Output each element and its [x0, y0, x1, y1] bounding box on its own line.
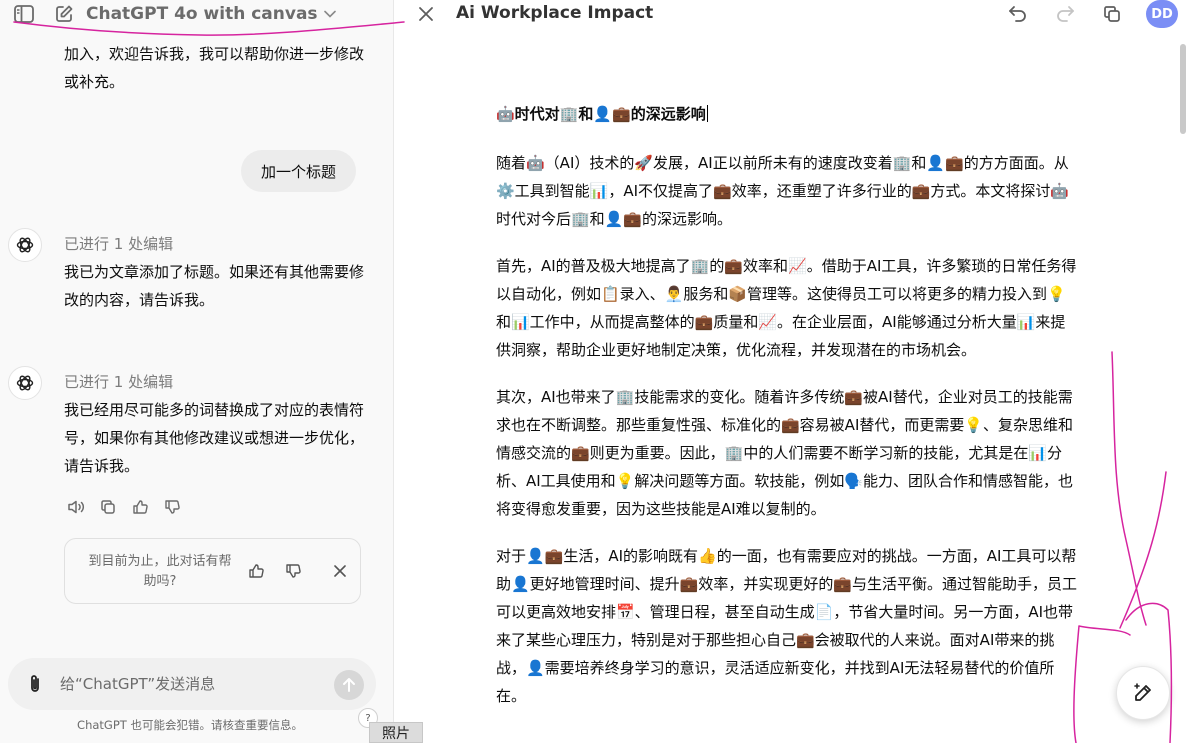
document-paragraph: 首先，AI的普及极大地提高了🏢的💼效率和📈。借助于AI工具，许多繁琐的日常任务得…	[496, 257, 1077, 359]
canvas-pane: Ai Workplace Impact DD 🤖时代对🏢和👤💼的深远影响 随着🤖…	[393, 0, 1193, 743]
pencil-sparkle-icon	[1134, 683, 1151, 701]
edit-count-note[interactable]: 已进行 1 处编辑	[64, 371, 173, 392]
message-composer	[8, 658, 376, 710]
photo-tooltip: 照片	[369, 722, 423, 743]
model-selector[interactable]: ChatGPT 4o with canvas	[86, 4, 318, 24]
redo-icon[interactable]	[1053, 2, 1077, 26]
chevron-down-icon[interactable]	[323, 10, 336, 18]
close-icon[interactable]	[414, 2, 438, 26]
new-chat-icon[interactable]	[52, 2, 76, 26]
user-message-bubble: 加一个标题	[241, 150, 357, 192]
document-paragraph: 随着🤖（AI）技术的🚀发展，AI正以前所未有的速度改变着🏢和👤💼的方方面面。从⚙…	[496, 154, 1070, 228]
user-avatar[interactable]: DD	[1146, 0, 1178, 28]
chat-pane: ChatGPT 4o with canvas 加入，欢迎告诉我，我可以帮助你进一…	[0, 0, 393, 743]
document-paragraph: 其次，AI也带来了🏢技能需求的变化。随着许多传统💼被AI替代，企业对员工的技能需…	[496, 388, 1074, 518]
edit-suggestions-button[interactable]	[1116, 666, 1170, 720]
send-button[interactable]	[334, 670, 364, 700]
message-actions	[64, 496, 184, 518]
sidebar-toggle-icon[interactable]	[12, 2, 36, 26]
disclaimer: ChatGPT 也可能会犯错。请核查重要信息。	[77, 718, 303, 732]
assistant-message: 我已为文章添加了标题。如果还有其他需要修改的内容，请告诉我。	[64, 263, 365, 309]
document-paragraph: 对于👤💼生活，AI的影响既有👍的一面，也有需要应对的挑战。一方面，AI工具可以帮…	[496, 547, 1078, 705]
document-heading[interactable]: 🤖时代对🏢和👤💼的深远影响	[496, 100, 1080, 128]
copy-icon[interactable]	[96, 496, 120, 518]
paperclip-icon[interactable]	[24, 672, 46, 696]
thumbs-up-icon[interactable]	[128, 496, 152, 518]
chatgpt-logo-icon	[8, 228, 42, 262]
previous-assistant-message: 加入，欢迎告诉我，我可以帮助你进一步修改或补充。	[64, 45, 365, 91]
document-title: Ai Workplace Impact	[456, 3, 654, 23]
undo-icon[interactable]	[1006, 2, 1030, 26]
close-icon[interactable]	[329, 560, 351, 582]
heading-text: 🤖时代对🏢和👤💼的深远影响	[496, 105, 706, 123]
copy-document-icon[interactable]	[1100, 2, 1124, 26]
thumbs-down-icon[interactable]	[160, 496, 184, 518]
thumbs-up-icon[interactable]	[245, 560, 267, 582]
thumbs-down-icon[interactable]	[282, 560, 304, 582]
document-body[interactable]: 🤖时代对🏢和👤💼的深远影响 随着🤖（AI）技术的🚀发展，AI正以前所未有的速度改…	[496, 100, 1080, 729]
chatgpt-logo-icon	[8, 366, 42, 400]
feedback-card: 到目前为止，此对话有帮助吗?	[64, 538, 361, 604]
assistant-message: 我已经用尽可能多的词替换成了对应的表情符号，如果你有其他修改建议或想进一步优化，…	[64, 401, 365, 475]
feedback-prompt: 到目前为止，此对话有帮助吗?	[88, 554, 232, 589]
message-input[interactable]	[60, 672, 310, 696]
text-cursor	[706, 105, 708, 122]
scrollbar[interactable]	[1180, 44, 1186, 134]
edit-count-note[interactable]: 已进行 1 处编辑	[64, 233, 173, 254]
read-aloud-icon[interactable]	[64, 496, 88, 518]
chat-header: ChatGPT 4o with canvas	[0, 0, 393, 28]
